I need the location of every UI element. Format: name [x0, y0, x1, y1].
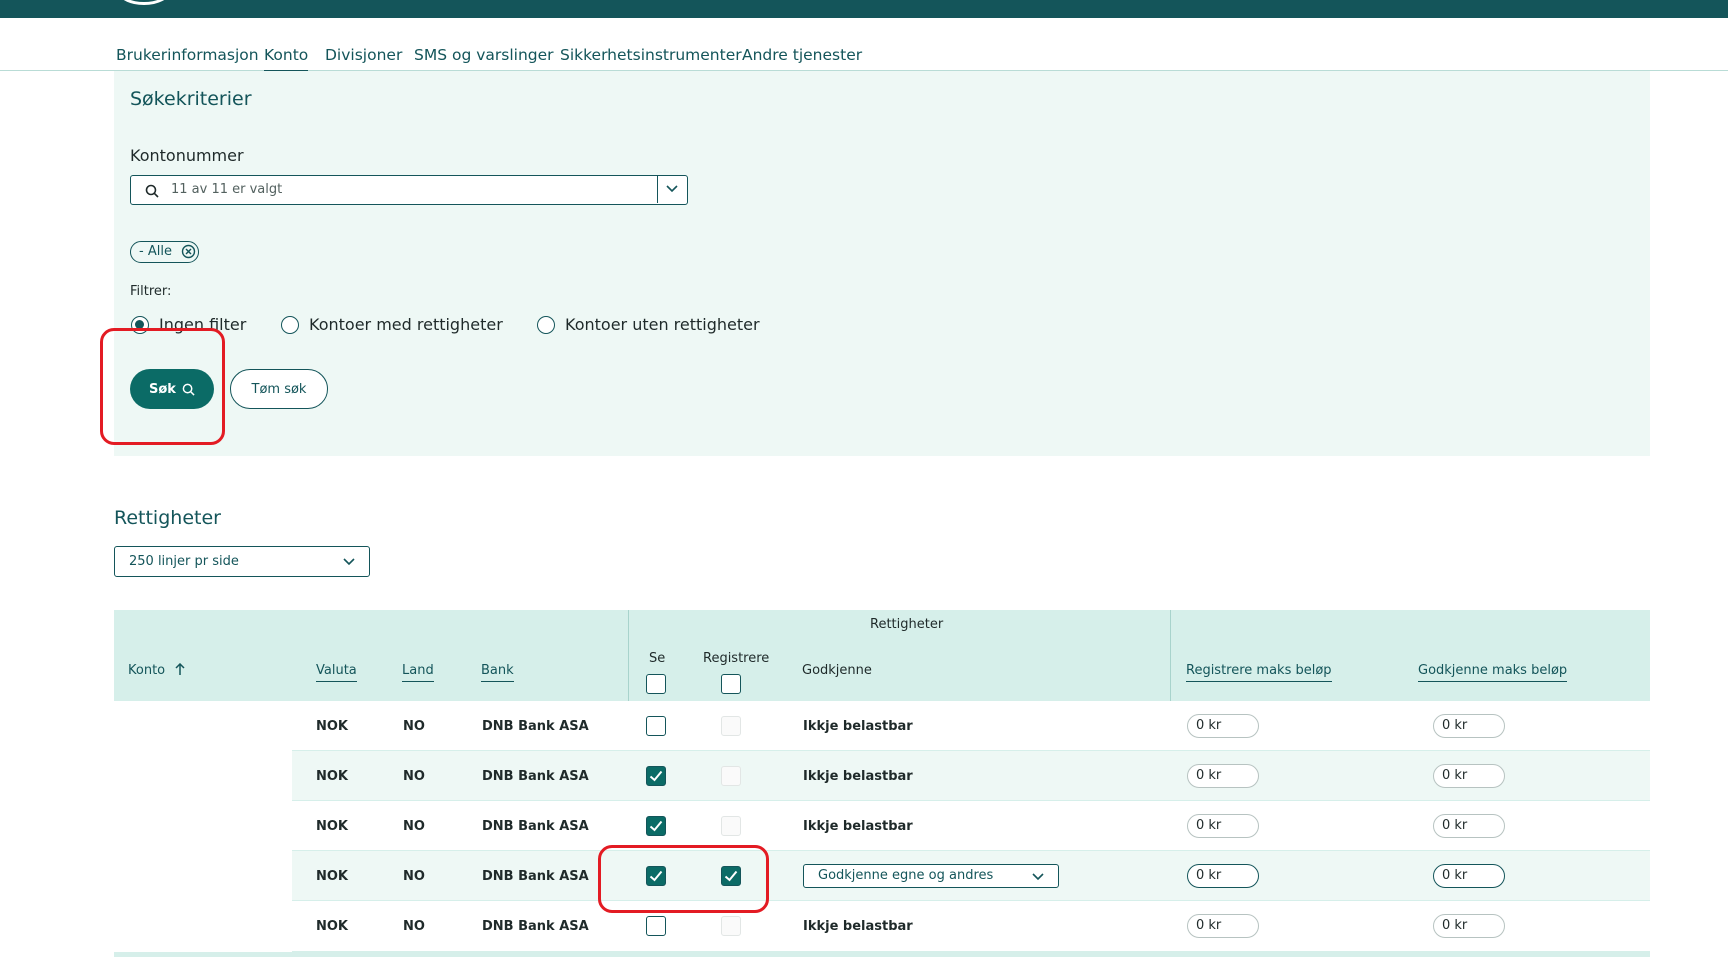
tab-divisjoner[interactable]: Divisjoner — [325, 46, 402, 64]
radio-dot[interactable] — [281, 315, 299, 334]
tab-sikkerhetsinstrumenter[interactable]: Sikkerhetsinstrumenter — [560, 46, 742, 64]
close-icon[interactable] — [181, 244, 196, 259]
cell-bank: DNB Bank ASA — [482, 769, 589, 784]
check-icon — [649, 770, 663, 782]
rights-title: Rettigheter — [114, 507, 221, 529]
registrere-checkbox — [721, 916, 741, 936]
account-dropdown-toggle[interactable] — [657, 176, 687, 203]
godkjenne-select-value: Godkjenne egne og andres — [818, 868, 994, 883]
clear-search-label: Tøm søk — [251, 381, 307, 397]
radio-label: Kontoer med rettigheter — [309, 315, 503, 334]
cell-land: NO — [403, 819, 425, 834]
top-bar — [0, 0, 1728, 18]
registrere-max-input[interactable]: 0 kr — [1187, 714, 1259, 738]
tab-sms-og-varslinger[interactable]: SMS og varslinger — [414, 46, 554, 64]
table-row: NOK NO DNB Bank ASA Godkjenne egne og an… — [292, 851, 1650, 901]
registrere-max-input[interactable]: 0 kr — [1187, 914, 1259, 938]
header-divider — [1170, 610, 1171, 701]
se-checkbox[interactable] — [646, 916, 666, 936]
account-number-value: 11 av 11 er valgt — [171, 182, 283, 197]
chevron-down-icon — [666, 185, 678, 193]
annotation-highlight-checkboxes — [598, 845, 769, 913]
registrere-max-input[interactable]: 0 kr — [1187, 864, 1259, 888]
search-title: Søkekriterier — [130, 88, 252, 110]
account-number-combobox[interactable]: 11 av 11 er valgt — [130, 175, 688, 205]
tab-konto[interactable]: Konto — [264, 46, 309, 72]
radio-dot[interactable] — [537, 315, 555, 334]
arrow-up-icon — [175, 662, 185, 675]
cell-bank: DNB Bank ASA — [482, 919, 589, 934]
tab-andre-tjenester[interactable]: Andre tjenester — [742, 46, 862, 64]
page-size-select[interactable]: 250 linjer pr side — [114, 546, 370, 577]
cell-valuta: NOK — [316, 869, 349, 884]
cell-land: NO — [403, 769, 425, 784]
column-header-godkjenne-maks[interactable]: Godkjenne maks beløp — [1418, 663, 1568, 682]
godkjenne-select[interactable]: Godkjenne egne og andres — [803, 864, 1059, 888]
select-all-se-checkbox[interactable] — [646, 674, 666, 694]
check-icon — [649, 820, 663, 832]
table-row: NOK NO DNB Bank ASA Ikkje belastbar 0 kr… — [292, 751, 1650, 801]
column-header-godkjenne: Godkjenne — [802, 663, 872, 678]
se-checkbox[interactable] — [646, 816, 666, 836]
clear-search-button[interactable]: Tøm søk — [230, 369, 328, 409]
chip-label: - Alle — [139, 244, 172, 259]
radio-kontoer-med-rettigheter[interactable]: Kontoer med rettigheter — [281, 315, 503, 334]
table-footer-strip — [114, 952, 1650, 957]
column-header-registrere-maks[interactable]: Registrere maks beløp — [1186, 663, 1332, 682]
header-divider — [628, 610, 629, 701]
table-row: NOK NO DNB Bank ASA Ikkje belastbar 0 kr… — [292, 701, 1650, 751]
table-row: NOK NO DNB Bank ASA Ikkje belastbar 0 kr… — [292, 901, 1650, 952]
cell-valuta: NOK — [316, 719, 349, 734]
cell-bank: DNB Bank ASA — [482, 719, 589, 734]
cell-godkjenne: Ikkje belastbar — [803, 919, 913, 934]
tab-brukerinformasjon[interactable]: Brukerinformasjon — [116, 46, 259, 64]
cell-land: NO — [403, 719, 425, 734]
se-checkbox[interactable] — [646, 716, 666, 736]
cell-land: NO — [403, 869, 425, 884]
cell-bank: DNB Bank ASA — [482, 869, 589, 884]
search-icon — [145, 183, 159, 202]
registrere-max-input[interactable]: 0 kr — [1187, 814, 1259, 838]
column-header-valuta[interactable]: Valuta — [316, 663, 357, 682]
account-chip: - Alle — [130, 241, 199, 263]
godkjenne-max-input[interactable]: 0 kr — [1433, 764, 1505, 788]
account-number-label: Kontonummer — [130, 146, 244, 165]
cell-land: NO — [403, 919, 425, 934]
column-header-registrere: Registrere — [703, 651, 770, 666]
column-header-konto[interactable]: Konto — [128, 662, 185, 678]
column-header-se: Se — [649, 651, 666, 666]
annotation-highlight-search — [100, 328, 225, 445]
cell-godkjenne: Ikkje belastbar — [803, 819, 913, 834]
filter-label: Filtrer: — [130, 284, 172, 299]
godkjenne-max-input[interactable]: 0 kr — [1433, 814, 1505, 838]
select-all-registrere-checkbox[interactable] — [721, 674, 741, 694]
chevron-down-icon — [343, 558, 355, 566]
radio-label: Kontoer uten rettigheter — [565, 315, 760, 334]
registrere-checkbox — [721, 766, 741, 786]
cell-valuta: NOK — [316, 819, 349, 834]
registrere-checkbox — [721, 816, 741, 836]
cell-valuta: NOK — [316, 769, 349, 784]
search-criteria-panel — [114, 71, 1650, 456]
registrere-max-input[interactable]: 0 kr — [1187, 764, 1259, 788]
cell-bank: DNB Bank ASA — [482, 819, 589, 834]
cell-godkjenne: Ikkje belastbar — [803, 719, 913, 734]
registrere-checkbox — [721, 716, 741, 736]
page-size-value: 250 linjer pr side — [129, 554, 239, 569]
tab-bar: Brukerinformasjon Konto Divisjoner SMS o… — [0, 20, 1728, 72]
column-label: Konto — [128, 663, 166, 678]
column-header-bank[interactable]: Bank — [481, 663, 514, 682]
radio-kontoer-uten-rettigheter[interactable]: Kontoer uten rettigheter — [537, 315, 760, 334]
godkjenne-max-input[interactable]: 0 kr — [1433, 914, 1505, 938]
table-row: NOK NO DNB Bank ASA Ikkje belastbar 0 kr… — [292, 801, 1650, 851]
godkjenne-max-input[interactable]: 0 kr — [1433, 714, 1505, 738]
cell-valuta: NOK — [316, 919, 349, 934]
se-checkbox[interactable] — [646, 766, 666, 786]
godkjenne-max-input[interactable]: 0 kr — [1433, 864, 1505, 888]
column-header-land[interactable]: Land — [402, 663, 434, 682]
chevron-down-icon — [1032, 873, 1044, 881]
cell-godkjenne: Ikkje belastbar — [803, 769, 913, 784]
rights-group-header: Rettigheter — [870, 617, 944, 632]
